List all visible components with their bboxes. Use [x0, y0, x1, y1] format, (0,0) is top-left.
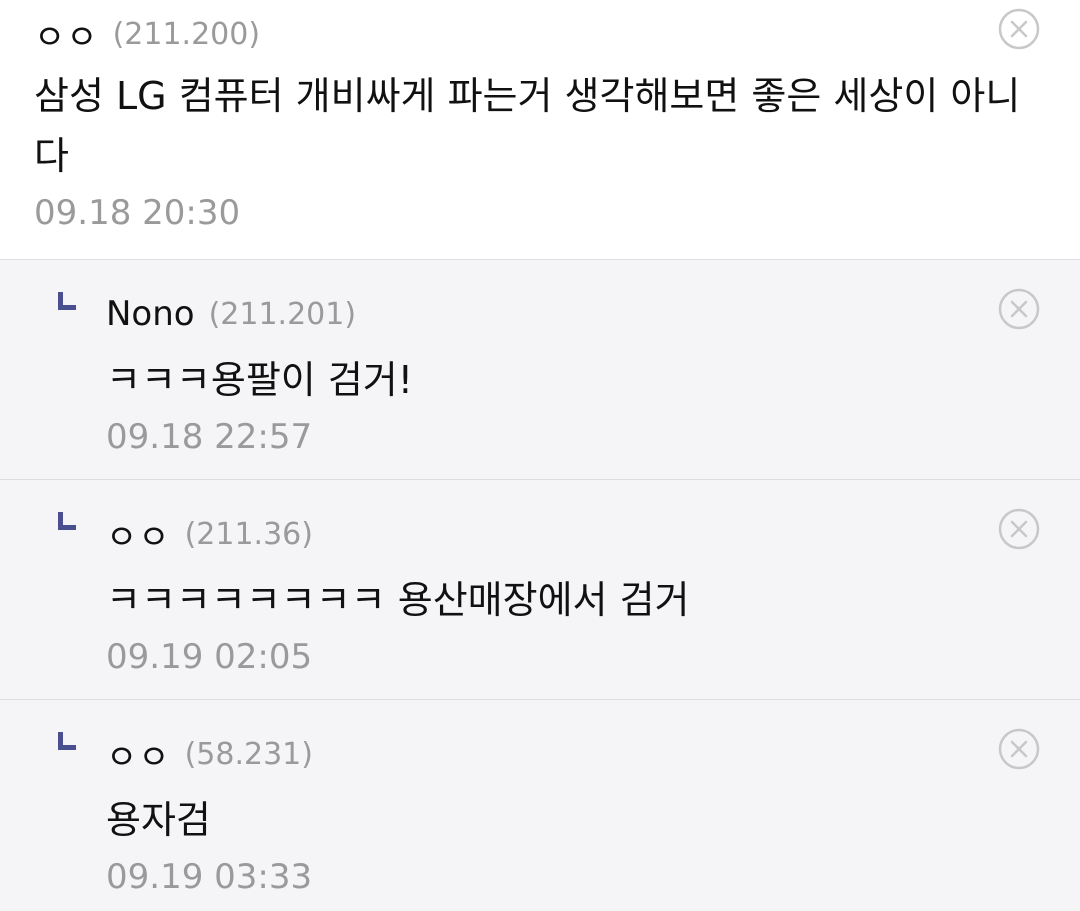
comment-ip: (58.231): [184, 736, 313, 772]
comment-text: 삼성 LG 컴퓨터 개비싸게 파는거 생각해보면 좋은 세상이 아니다: [34, 74, 1021, 178]
comment-timestamp: 09.18 20:30: [34, 193, 241, 233]
comment: ㅇㅇ (211.200) 삼성 LG 컴퓨터 개비싸게 파는거 생각해보면 좋은…: [0, 0, 1080, 260]
reply-arrow-icon: [58, 732, 76, 750]
delete-comment-button[interactable]: [998, 288, 1040, 330]
comment-header: ㅇㅇ (58.231): [106, 730, 313, 779]
delete-comment-button[interactable]: [998, 508, 1040, 550]
comment-header: ㅇㅇ (211.36): [106, 510, 313, 559]
comment-timestamp: 09.18 22:57: [106, 417, 313, 457]
comment-ip: (211.36): [184, 516, 313, 552]
comment-timestamp: 09.19 03:33: [106, 857, 313, 897]
delete-comment-button[interactable]: [998, 728, 1040, 770]
comment-author[interactable]: ㅇㅇ: [34, 10, 99, 59]
reply-arrow-icon: [58, 512, 76, 530]
comment-header: ㅇㅇ (211.200): [34, 10, 261, 59]
comment-timestamp: 09.19 02:05: [106, 637, 313, 677]
reply-comment: ㅇㅇ (58.231) 용자검 09.19 03:33: [0, 700, 1080, 911]
comment-author[interactable]: ㅇㅇ: [106, 510, 171, 559]
comment-ip: (211.201): [208, 296, 357, 332]
delete-comment-button[interactable]: [998, 8, 1040, 50]
reply-comment: ㅇㅇ (211.36) ㅋㅋㅋㅋㅋㅋㅋㅋ 용산매장에서 검거 09.19 02:…: [0, 480, 1080, 700]
comment-ip: (211.200): [112, 16, 261, 52]
comment-author[interactable]: ㅇㅇ: [106, 730, 171, 779]
comment-text: 용자검: [106, 798, 211, 842]
comment-text: ㅋㅋㅋ용팔이 검거!: [106, 358, 413, 402]
reply-comment: Nono (211.201) ㅋㅋㅋ용팔이 검거! 09.18 22:57: [0, 260, 1080, 480]
comment-header: Nono (211.201): [106, 292, 356, 336]
comment-author[interactable]: Nono: [106, 294, 195, 334]
comment-thread: ㅇㅇ (211.200) 삼성 LG 컴퓨터 개비싸게 파는거 생각해보면 좋은…: [0, 0, 1080, 911]
comment-text: ㅋㅋㅋㅋㅋㅋㅋㅋ 용산매장에서 검거: [106, 578, 690, 622]
reply-arrow-icon: [58, 292, 76, 310]
